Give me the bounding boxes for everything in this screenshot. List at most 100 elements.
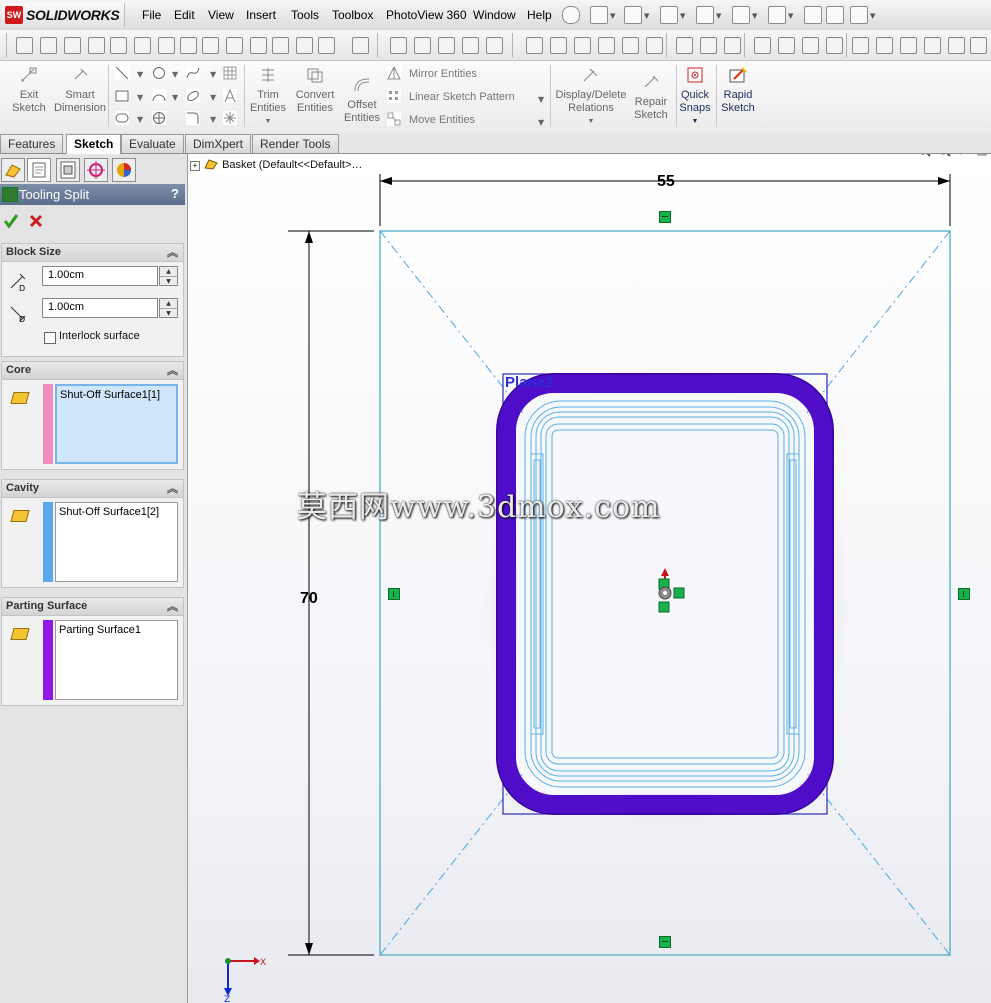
appearance-icon[interactable] [826,37,843,54]
interlock-surface-checkbox[interactable] [44,332,56,344]
mold-icon[interactable] [486,37,503,54]
dimension-height-value[interactable]: 70 [300,590,318,608]
spin-down-icon[interactable]: ▼ [160,309,177,318]
midpoint-handle-right[interactable] [958,588,970,600]
collapse-icon[interactable]: ︽ [167,244,178,260]
check-icon[interactable] [158,37,175,54]
menu-insert[interactable]: Insert [246,8,276,22]
ok-button[interactable] [3,213,19,229]
tab-features[interactable]: Features [0,134,64,153]
surface-icon[interactable] [390,37,407,54]
chevron-down-icon[interactable]: ▼ [137,70,143,79]
chevron-down-icon[interactable]: ▼ [610,12,615,20]
tooling-split-icon[interactable] [598,37,615,54]
undo-icon[interactable] [732,6,750,24]
help-icon[interactable]: ? [171,186,179,201]
tab-render-tools[interactable]: Render Tools [252,134,339,153]
core-selection-list[interactable]: Shut-Off Surface1[1] [55,384,178,464]
chevron-down-icon[interactable]: ▼ [788,12,793,20]
convert-entities-button[interactable]: Convert Entities [291,63,339,115]
spin-up-icon[interactable]: ▲ [160,299,177,309]
circle-icon[interactable] [152,66,166,80]
solidworks-logo[interactable]: SW SOLIDWORKS [2,3,125,27]
view-orientation-icon[interactable] [802,37,819,54]
chevron-down-icon[interactable]: ▼ [870,12,875,20]
print-icon[interactable] [696,6,714,24]
tab-dimxpert[interactable]: DimXpert [185,134,252,153]
core-icon[interactable] [622,37,639,54]
block-size-header[interactable]: Block Size ︽ [2,244,183,262]
exit-sketch-button[interactable]: Exit Sketch [6,63,52,115]
sketch-canvas[interactable]: X Z [188,154,991,1003]
chevron-down-icon[interactable]: ▼ [644,12,649,20]
collapse-icon[interactable]: ︽ [167,480,178,496]
shaded-icon[interactable] [948,37,965,54]
smart-dimension-button[interactable]: Smart Dimension [52,63,108,115]
hide-show-icon[interactable] [924,37,941,54]
cavity-header[interactable]: Cavity ︽ [2,480,183,498]
arc-icon[interactable] [152,89,166,103]
display-delete-relations-button[interactable]: Display/Delete Relations ▼ [552,63,630,128]
transform-icon[interactable] [88,37,105,54]
menu-edit[interactable]: Edit [174,8,195,22]
parting-surface-header[interactable]: Parting Surface ︽ [2,598,183,616]
edges-icon[interactable] [970,37,987,54]
display-icon[interactable] [754,37,771,54]
chevron-down-icon[interactable]: ▼ [137,115,143,124]
dimension-width-value[interactable]: 55 [657,173,675,191]
ellipse-icon[interactable] [186,89,200,103]
options-icon[interactable] [850,6,868,24]
slot-icon[interactable] [115,111,129,125]
mirror-entities-button[interactable]: Mirror Entities [409,68,477,80]
new-document-icon[interactable] [590,6,608,24]
checkmark-icon[interactable] [318,37,335,54]
format-painter-icon[interactable] [40,37,57,54]
cancel-button[interactable] [28,213,44,229]
pin-icon[interactable] [562,6,580,24]
chevron-down-icon[interactable]: ▼ [172,70,178,79]
cog-icon[interactable] [414,37,431,54]
quick-snaps-button[interactable]: Quick Snaps ▼ [677,63,713,128]
block-depth-2-stepper[interactable]: ▲ ▼ [159,298,178,318]
check-icon[interactable] [180,37,197,54]
linear-sketch-pattern-button[interactable]: Linear Sketch Pattern [409,91,515,103]
chevron-down-icon[interactable]: ▼ [752,12,757,20]
move-entities-button[interactable]: Move Entities [409,114,475,126]
line-icon[interactable] [115,66,129,80]
copy-icon[interactable] [352,37,369,54]
property-manager-tab[interactable] [27,158,51,182]
view-icon[interactable] [676,37,693,54]
midpoint-handle-top[interactable] [659,211,671,223]
collapse-icon[interactable]: ︽ [167,362,178,378]
parting-surface-item[interactable]: Parting Surface1 [59,624,141,636]
cavity-selection-list[interactable]: Shut-Off Surface1[2] [55,502,178,582]
polygon-icon[interactable] [152,111,166,125]
save-icon[interactable] [660,6,678,24]
parting-surface-selection-list[interactable]: Parting Surface1 [55,620,178,700]
block-depth-2-input[interactable]: 1.00cm [42,298,158,318]
grid-icon[interactable] [223,66,237,80]
mass-properties-icon[interactable] [134,37,151,54]
measure-icon[interactable] [110,37,127,54]
core-item[interactable]: Shut-Off Surface1[1] [60,389,160,401]
pan-icon[interactable] [724,37,741,54]
camera-icon[interactable] [900,37,917,54]
chevron-down-icon[interactable]: ▼ [210,70,216,79]
configuration-manager-tab[interactable] [56,158,80,182]
menu-file[interactable]: File [142,8,161,22]
graphics-area[interactable]: + Basket (Default<<Default>… X Z 55 70 P… [188,154,991,1003]
spell-check-icon[interactable] [16,37,33,54]
rapid-sketch-button[interactable]: Rapid Sketch [718,63,758,115]
chevron-down-icon[interactable]: ▼ [137,93,143,102]
dimxpert-manager-tab[interactable] [84,158,108,182]
parting-line-icon[interactable] [526,37,543,54]
feature-manager-tab[interactable] [1,158,25,182]
balance-icon[interactable] [64,37,81,54]
cavity-item[interactable]: Shut-Off Surface1[2] [59,506,159,518]
menu-view[interactable]: View [208,8,234,22]
chevron-down-icon[interactable]: ▼ [538,95,544,104]
menu-help[interactable]: Help [527,8,552,22]
chevron-down-icon[interactable]: ▼ [172,93,178,102]
open-icon[interactable] [624,6,642,24]
chevron-down-icon[interactable]: ▼ [538,118,544,127]
